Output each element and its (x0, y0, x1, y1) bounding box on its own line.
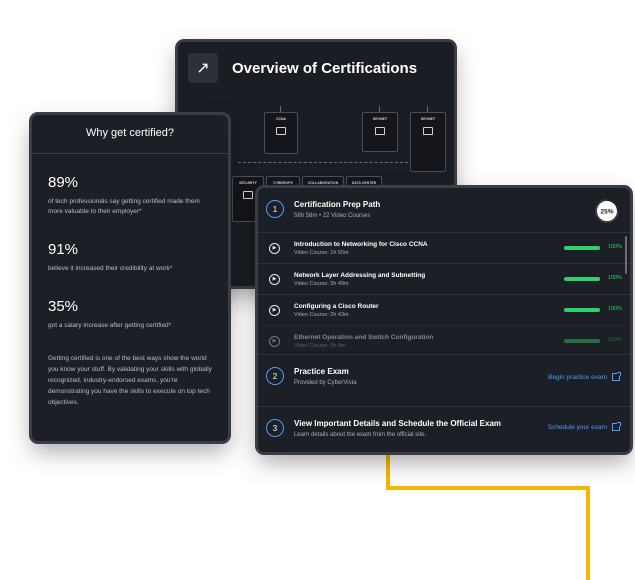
step1-title: Certification Prep Path (294, 200, 381, 209)
course-progress-label: 100% (607, 337, 622, 343)
course-progress-label: 100% (607, 244, 622, 250)
course-title: Ethernet Operation and Switch Configurat… (294, 333, 434, 341)
stat-text: believe it increased their credibility a… (48, 265, 173, 272)
progress-ring-label: 25% (600, 209, 613, 216)
scrollbar[interactable] (625, 236, 627, 274)
cert-box-label: CCNA (275, 117, 287, 121)
cert-box-label: DATA CENTER (351, 181, 377, 185)
course-progress-label: 100% (607, 306, 622, 312)
step2-subtitle: Provided by CyberVista (294, 380, 357, 386)
course-title: Network Layer Addressing and Subnetting (294, 271, 426, 279)
course-item[interactable]: ▶ Ethernet Operation and Switch Configur… (258, 325, 630, 352)
course-title: Introduction to Networking for Cisco CCN… (294, 240, 428, 248)
step-number: 2 (266, 367, 284, 385)
stat-value: 91% (48, 241, 79, 258)
step2-section: 2 Practice Exam Provided by CyberVista B… (258, 354, 630, 405)
step-number: 3 (266, 419, 284, 437)
prep-path-card: 1 Certification Prep Path 58h 58m • 22 V… (258, 188, 630, 452)
course-progress-bar (564, 246, 600, 250)
step-number: 1 (266, 200, 284, 218)
cert-box-devnet-associate[interactable]: DEVNET (362, 112, 398, 152)
course-progress-bar (564, 277, 600, 281)
why-certified-card: Why get certified? 89% of tech professio… (32, 115, 228, 441)
cert-box-ccna[interactable]: CCNA (264, 112, 298, 154)
course-progress-bar (564, 339, 600, 343)
external-link-icon (612, 422, 621, 431)
external-link-icon (612, 372, 621, 381)
cert-box-devnet-professional[interactable]: DEVNET (410, 112, 446, 172)
stat-value: 35% (48, 298, 79, 315)
expand-icon[interactable]: ↗ (188, 53, 218, 83)
begin-practice-exam-link[interactable]: Begin practice exam (548, 372, 621, 381)
course-duration: Video Course: 3h 49m (294, 280, 349, 287)
course-duration: Video Course: 1h 55m (294, 249, 349, 256)
stat-text: got a salary increase after getting cert… (48, 322, 172, 329)
begin-practice-exam-label: Begin practice exam (548, 373, 607, 381)
play-icon[interactable]: ▶ (269, 242, 280, 254)
step1-header: 1 Certification Prep Path 58h 58m • 22 V… (258, 188, 630, 219)
progress-ring: 25% (595, 199, 619, 223)
course-item[interactable]: ▶ Network Layer Addressing and Subnettin… (258, 263, 630, 294)
step1-subtitle: 58h 58m • 22 Video Courses (294, 213, 371, 219)
course-list: ▶ Introduction to Networking for Cisco C… (258, 232, 630, 352)
cert-box-label: COLLABORATION (307, 181, 339, 185)
step3-subtitle: Learn details about the exam from the of… (294, 432, 427, 438)
stat-value: 89% (48, 174, 79, 191)
course-item[interactable]: ▶ Configuring a Cisco Router Video Cours… (258, 294, 630, 325)
course-progress-label: 100% (607, 275, 622, 281)
play-icon[interactable]: ▶ (269, 273, 280, 285)
schedule-exam-link[interactable]: Schedule your exam (547, 422, 621, 431)
step2-title: Practice Exam (294, 367, 349, 376)
play-icon[interactable]: ▶ (269, 304, 280, 316)
stat-text: of tech professionals say getting certif… (48, 198, 200, 215)
why-title: Why get certified? (32, 115, 228, 154)
course-item[interactable]: ▶ Introduction to Networking for Cisco C… (258, 232, 630, 263)
course-duration: Video Course: 2h 43m (294, 311, 349, 318)
cert-box-label: CYBEROPS (273, 181, 293, 185)
step3-title: View Important Details and Schedule the … (294, 419, 502, 428)
cert-box-label: DEVNET (372, 117, 388, 121)
why-paragraph: Getting certified is one of the best way… (48, 355, 212, 406)
play-icon[interactable]: ▶ (269, 335, 280, 347)
course-duration: Video Course: 3h 4m (294, 342, 346, 349)
cert-box-label: DEVNET (420, 117, 436, 121)
course-title: Configuring a Cisco Router (294, 302, 379, 310)
course-progress-bar (564, 308, 600, 312)
connector-line-horizontal (386, 486, 590, 490)
step3-section: 3 View Important Details and Schedule th… (258, 406, 630, 452)
cert-box-label: SECURITY (239, 181, 257, 185)
connector-line-vertical-bottom (586, 486, 590, 580)
schedule-exam-label: Schedule your exam (547, 423, 607, 431)
overview-title: Overview of Certifications (232, 59, 418, 77)
